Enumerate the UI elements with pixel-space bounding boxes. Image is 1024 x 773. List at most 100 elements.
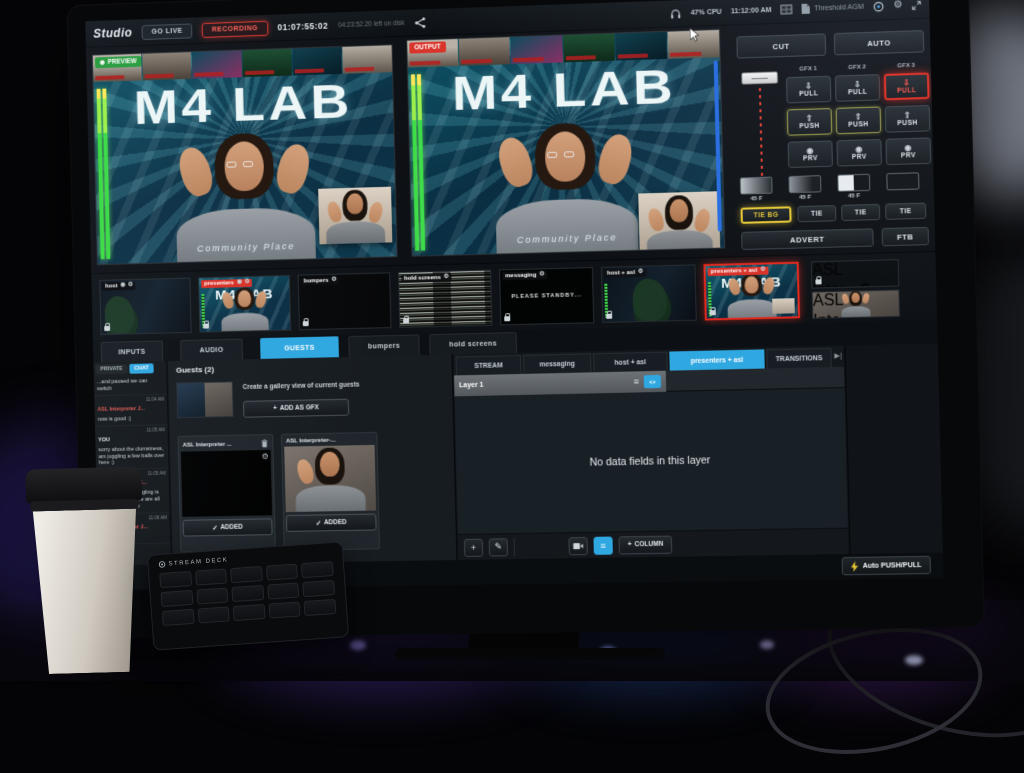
advert-button[interactable]: ADVERT xyxy=(741,228,874,250)
scene-bumpers[interactable]: bumpers⚙ xyxy=(298,272,392,330)
fader-handle[interactable] xyxy=(741,71,778,84)
layer-tab-messaging[interactable]: messaging xyxy=(523,353,591,374)
lock-icon[interactable] xyxy=(104,326,110,331)
tie-button-2[interactable]: TIE xyxy=(841,204,880,221)
gear-icon[interactable]: ⚙ xyxy=(638,270,643,276)
share-icon[interactable] xyxy=(414,17,425,28)
advert-label: ADVERT xyxy=(790,234,825,244)
tie-button-1[interactable]: TIE xyxy=(797,205,836,222)
gear-icon[interactable]: ⚙ xyxy=(760,268,765,274)
lock-icon[interactable] xyxy=(203,324,209,329)
layer-tab-stream[interactable]: STREAM xyxy=(455,355,521,375)
source-asl-1[interactable]: ASL Inter...⚙ xyxy=(811,259,899,289)
torso xyxy=(495,198,638,256)
auto-push-pull-button[interactable]: Auto PUSH/PULL xyxy=(842,556,931,576)
gear-icon[interactable]: ⚙ xyxy=(244,280,249,286)
add-layer-button[interactable]: + xyxy=(464,538,483,556)
more-tabs-icon[interactable]: ▶| xyxy=(834,352,842,360)
lock-icon[interactable] xyxy=(303,321,309,326)
gfx2-pull-button[interactable]: ⇩PULL xyxy=(835,74,881,102)
transition-style-1[interactable] xyxy=(740,177,773,195)
scene-host-asl[interactable]: host + asl⚙ xyxy=(601,264,697,323)
source-asl-2[interactable]: ASL Inter...⚙ xyxy=(812,289,900,318)
lock-icon[interactable] xyxy=(403,319,409,324)
tab-audio[interactable]: AUDIO xyxy=(180,339,243,361)
transition-style-3[interactable] xyxy=(837,174,870,192)
tie-bg-button[interactable]: TIE BG xyxy=(741,206,792,224)
settings-gear-icon[interactable]: ⚙ xyxy=(893,0,902,10)
recording-button[interactable]: RECORDING xyxy=(202,20,268,37)
transition-style-2[interactable] xyxy=(788,175,821,193)
guest-name: ASL Interpreter ... xyxy=(183,441,259,448)
t-bar-fader[interactable] xyxy=(739,71,783,193)
pull-arrow-icon: ⇩ xyxy=(854,80,862,88)
edit-layer-button[interactable]: ✎ xyxy=(489,538,508,556)
guest-added-button[interactable]: ✓ADDED xyxy=(183,518,273,536)
lock-icon[interactable] xyxy=(606,314,612,319)
layer-tab-host-asl[interactable]: host + asl xyxy=(593,352,668,373)
project[interactable]: Threshold AGM xyxy=(802,2,864,14)
recording-timecode: 01:07:55:02 xyxy=(277,21,328,33)
add-column-button[interactable]: +COLUMN xyxy=(618,535,672,554)
fullscreen-icon[interactable] xyxy=(912,0,921,9)
gallery-tile xyxy=(342,45,392,74)
eye-icon[interactable]: ◉ xyxy=(237,280,242,286)
gfx3-pull-button[interactable]: ⇩PULL xyxy=(884,72,930,100)
preview-monitor[interactable]: ◉ PREVIEW M4 LAB Community Place xyxy=(92,44,398,265)
scene-messaging[interactable]: PLEASE STANDBY... messaging⚙ xyxy=(499,267,594,325)
eye-icon[interactable]: ◉ xyxy=(120,283,125,289)
scene-host[interactable]: host◉⚙ xyxy=(99,278,191,336)
gear-icon[interactable]: ⚙ xyxy=(262,452,269,461)
headphones-icon[interactable] xyxy=(670,8,681,19)
auto-button[interactable]: AUTO xyxy=(834,30,925,55)
layer-tab-presenters-asl[interactable]: presenters + asl xyxy=(669,349,764,370)
layer-visibility-button[interactable] xyxy=(644,375,661,388)
multiview-icon[interactable] xyxy=(781,4,793,15)
tab-guests[interactable]: GUESTS xyxy=(260,336,339,359)
gfx1-prv-button[interactable]: ◉PRV xyxy=(788,140,833,168)
gfx2-push-button[interactable]: ⇧PUSH xyxy=(836,106,882,134)
scene-hold-screens[interactable]: hold screens⚙ xyxy=(398,270,492,328)
gear-icon[interactable]: ⚙ xyxy=(858,281,873,289)
gear-icon[interactable]: ⚙ xyxy=(128,283,133,289)
guest-card[interactable]: ASL Interpreter ... ⚙ ✓ADDED xyxy=(178,434,276,552)
chat-sender: YOU xyxy=(98,437,110,443)
asl-inset-mini xyxy=(772,298,795,314)
cut-button[interactable]: CUT xyxy=(736,33,826,58)
lock-icon[interactable] xyxy=(710,310,716,315)
camera-source-button[interactable] xyxy=(568,536,587,554)
trash-icon[interactable] xyxy=(261,439,269,448)
ftb-button[interactable]: FTB xyxy=(881,227,929,247)
go-live-button[interactable]: GO LIVE xyxy=(142,23,193,40)
add-as-gfx-button[interactable]: +ADD AS GFX xyxy=(243,399,349,418)
tab-inputs[interactable]: INPUTS xyxy=(101,340,163,362)
tab-chat[interactable]: CHAT xyxy=(129,363,153,373)
tie-button-3[interactable]: TIE xyxy=(885,203,926,220)
gear-icon[interactable]: ⚙ xyxy=(539,273,544,279)
gfx1-push-button[interactable]: ⇧PUSH xyxy=(787,108,832,136)
gfx3-prv-button[interactable]: ◉PRV xyxy=(885,137,931,165)
gear-icon[interactable]: ⚙ xyxy=(331,278,336,284)
help-icon[interactable] xyxy=(873,0,885,12)
lock-icon[interactable] xyxy=(504,316,510,321)
gear-icon[interactable]: ⚙ xyxy=(444,275,449,281)
output-monitor[interactable]: OUTPUT M4 LAB Community Place xyxy=(406,29,725,257)
scene-presenters[interactable]: M4 LAB presenters◉⚙ xyxy=(198,275,291,333)
transition-style-4[interactable] xyxy=(886,172,919,190)
gallery-preview[interactable] xyxy=(176,381,233,418)
gfx3-label: GFX 3 xyxy=(884,62,929,70)
list-view-button[interactable]: ≡ xyxy=(593,536,612,554)
scene-presenters-asl[interactable]: M4 LAB presenters + asl⚙ xyxy=(703,262,800,321)
tab-hold-screens[interactable]: hold screens xyxy=(429,332,517,355)
gfx3-push-button[interactable]: ⇧PUSH xyxy=(885,105,931,133)
list-icon[interactable]: ≡ xyxy=(633,377,639,386)
gfx1-pull-button[interactable]: ⇩PULL xyxy=(786,76,831,104)
gfx2-prv-button[interactable]: ◉PRV xyxy=(836,139,882,167)
tab-private[interactable]: PRIVATE xyxy=(95,364,127,375)
guest-added-button[interactable]: ✓ADDED xyxy=(286,514,377,532)
led-dot xyxy=(760,640,774,649)
layer-tab-transitions[interactable]: TRANSITIONS xyxy=(766,348,832,369)
tab-bumpers[interactable]: bumpers xyxy=(348,334,420,357)
guest-card[interactable]: ASL Interpreter-... ✓ADDED xyxy=(281,432,380,551)
lock-icon[interactable] xyxy=(815,279,821,284)
